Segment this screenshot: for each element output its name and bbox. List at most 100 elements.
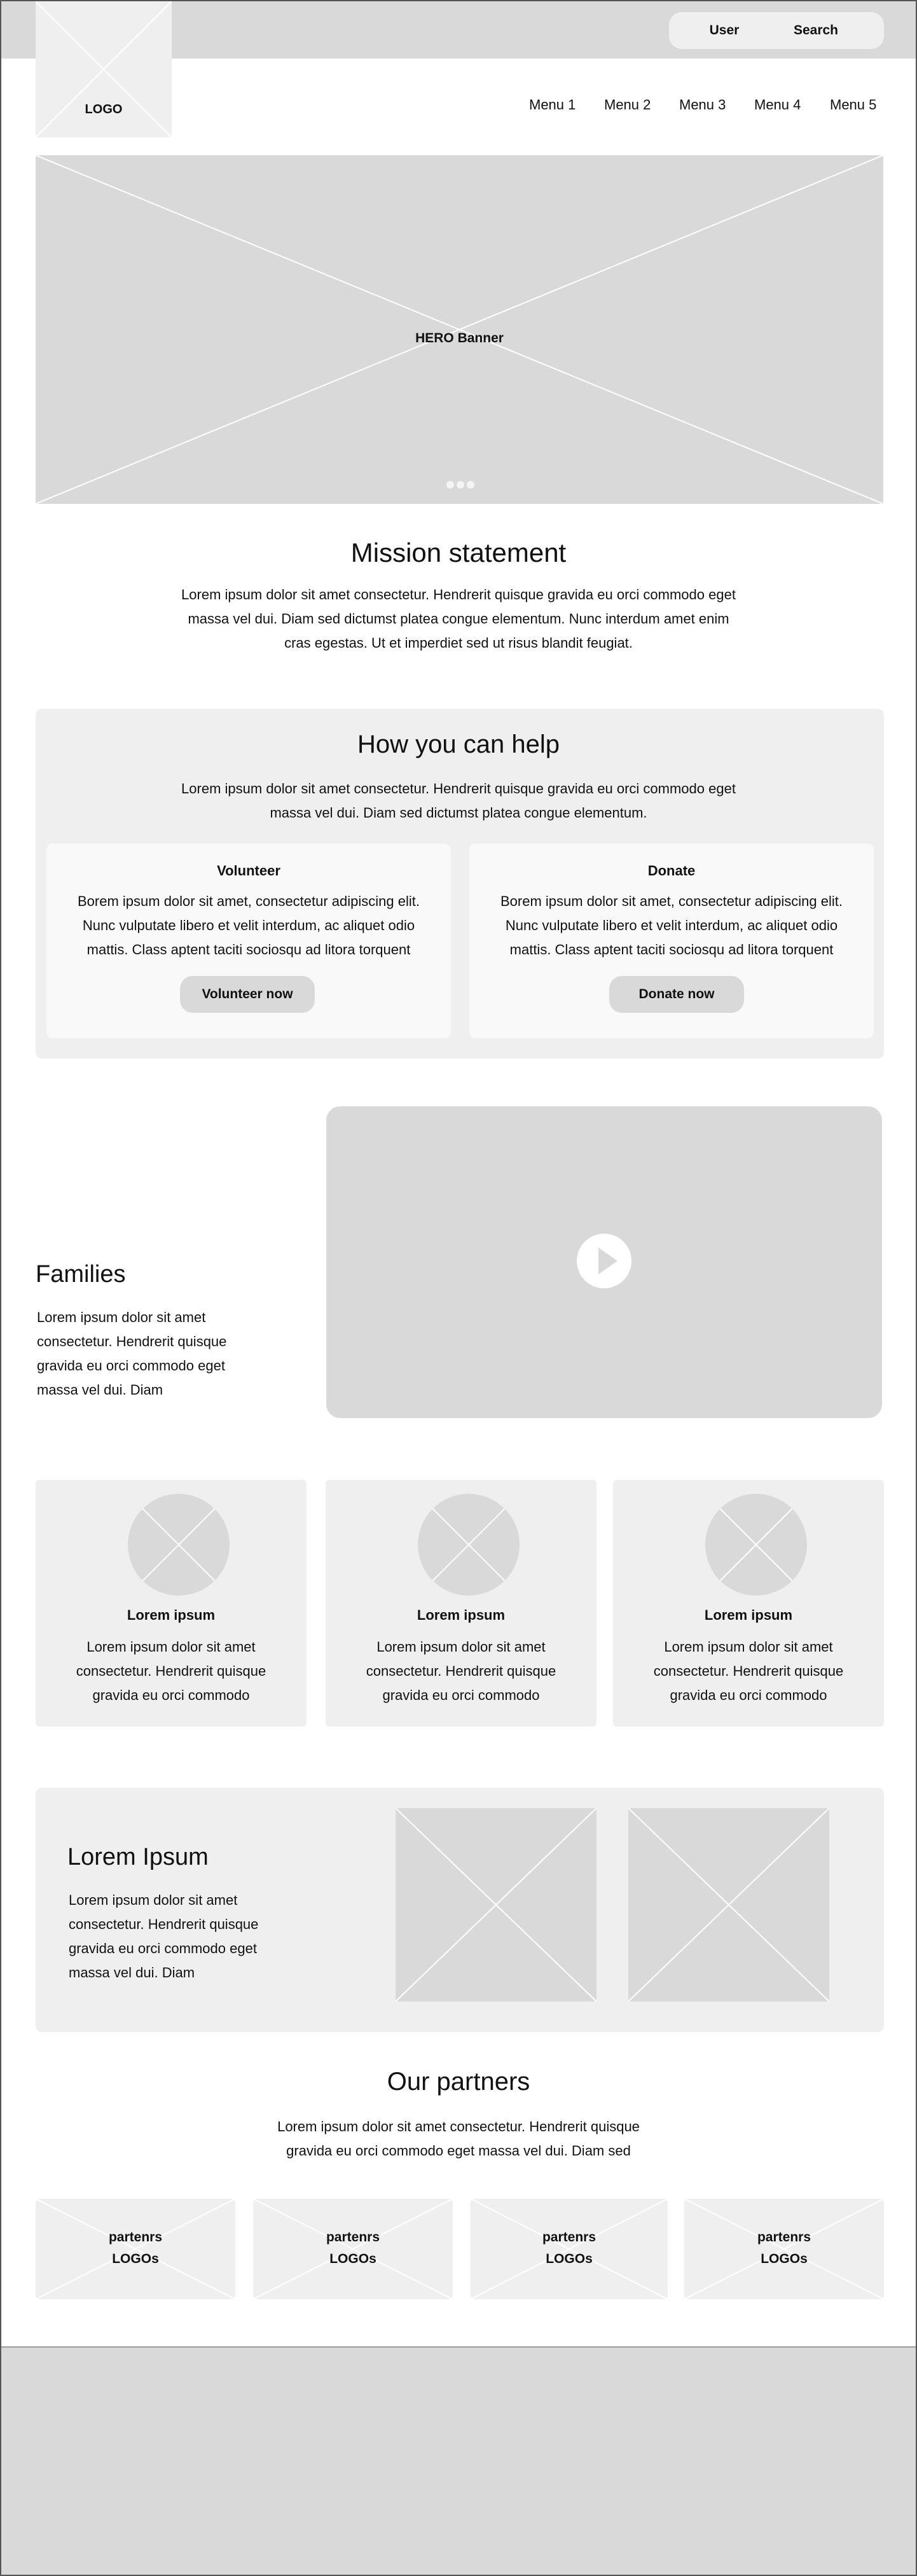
volunteer-card: Volunteer Borem ipsum dolor sit amet, co… <box>46 844 451 1038</box>
help-line: massa vel dui. Diam sed dictumst platea … <box>270 805 647 821</box>
play-button[interactable] <box>577 1234 631 1288</box>
search-button-label: Search <box>793 23 839 38</box>
partners-line: gravida eu orci commodo eget massa vel d… <box>286 2143 631 2159</box>
carousel-dot[interactable] <box>467 481 474 489</box>
donate-now-button[interactable]: Donate now <box>609 976 744 1013</box>
feature-line: Lorem ipsum dolor sit amet <box>376 1639 546 1655</box>
wireframe-page: User Search LOGO Menu 1 Menu 2 Menu 3 Me… <box>0 0 917 2576</box>
lorem-line: consectetur. Hendrerit quisque <box>69 1916 259 1932</box>
partner-label-line: LOGOs <box>112 2252 159 2266</box>
feature-card: Lorem ipsum Lorem ipsum dolor sit amet c… <box>613 1480 884 1727</box>
feature-body: Lorem ipsum dolor sit amet consectetur. … <box>632 1635 865 1708</box>
partner-label-line: LOGOs <box>546 2252 593 2266</box>
card-line: Borem ipsum dolor sit amet, consectetur … <box>500 893 843 909</box>
nav-item-menu-4[interactable]: Menu 4 <box>754 97 801 113</box>
nav-item-menu-1[interactable]: Menu 1 <box>529 97 576 113</box>
partners-body: Lorem ipsum dolor sit amet consectetur. … <box>217 2115 700 2163</box>
hero-banner[interactable]: HERO Banner <box>36 155 883 504</box>
play-icon <box>598 1248 617 1274</box>
feature-body: Lorem ipsum dolor sit amet consectetur. … <box>55 1635 287 1708</box>
carousel-dot[interactable] <box>446 481 454 489</box>
partner-logo[interactable]: partenrs LOGOs <box>36 2199 235 2299</box>
video-player[interactable] <box>326 1106 882 1418</box>
families-line: gravida eu orci commodo eget <box>37 1358 225 1374</box>
avatar-placeholder <box>128 1494 230 1596</box>
placeholder-cross-icon <box>395 1807 597 2002</box>
families-body: Lorem ipsum dolor sit amet consectetur. … <box>37 1305 285 1402</box>
donate-card: Donate Borem ipsum dolor sit amet, conse… <box>469 844 874 1038</box>
nav-item-menu-5[interactable]: Menu 5 <box>830 97 876 113</box>
search-button[interactable]: Search <box>748 12 884 49</box>
footer <box>1 2346 916 2575</box>
mission-line: massa vel dui. Diam sed dictumst platea … <box>188 611 729 627</box>
nav-item-menu-3[interactable]: Menu 3 <box>679 97 726 113</box>
image-placeholder <box>628 1807 830 2002</box>
avatar-placeholder <box>705 1494 807 1596</box>
placeholder-cross-icon <box>142 1508 216 1582</box>
carousel-dot[interactable] <box>457 481 464 489</box>
placeholder-cross-icon <box>719 1508 793 1582</box>
mission-title: Mission statement <box>350 538 567 567</box>
partners-line: Lorem ipsum dolor sit amet consectetur. … <box>277 2119 640 2134</box>
placeholder-cross-icon <box>432 1508 506 1582</box>
mission-body: Lorem ipsum dolor sit amet consectetur. … <box>128 583 789 655</box>
logo-label: LOGO <box>85 102 123 116</box>
feature-title: Lorem ipsum <box>417 1607 506 1623</box>
card-line: Borem ipsum dolor sit amet, consectetur … <box>77 893 420 909</box>
feature-title: Lorem ipsum <box>704 1607 793 1623</box>
feature-line: Lorem ipsum dolor sit amet <box>664 1639 833 1655</box>
card-body: Borem ipsum dolor sit amet, consectetur … <box>63 889 434 962</box>
volunteer-now-button[interactable]: Volunteer now <box>180 976 315 1013</box>
image-placeholder <box>395 1807 597 2002</box>
feature-line: consectetur. Hendrerit quisque <box>366 1663 556 1679</box>
card-line: mattis. Class aptent taciti sociosqu ad … <box>509 942 834 957</box>
carousel-dots[interactable] <box>446 481 474 489</box>
partner-label-line: partenrs <box>757 2230 811 2245</box>
lorem-body: Lorem ipsum dolor sit amet consectetur. … <box>69 1888 310 1985</box>
card-body: Borem ipsum dolor sit amet, consectetur … <box>486 889 857 962</box>
feature-line: consectetur. Hendrerit quisque <box>76 1663 266 1679</box>
help-line: Lorem ipsum dolor sit amet consectetur. … <box>181 781 736 797</box>
partner-logo[interactable]: partenrs LOGOs <box>253 2199 453 2299</box>
lorem-line: massa vel dui. Diam <box>69 1965 195 1981</box>
placeholder-cross-icon <box>36 155 883 504</box>
avatar-placeholder <box>418 1494 520 1596</box>
partner-label-line: partenrs <box>542 2230 596 2245</box>
partners-title: Our partners <box>387 2068 530 2096</box>
partner-logo[interactable]: partenrs LOGOs <box>684 2199 884 2299</box>
hero-label: HERO Banner <box>415 331 504 345</box>
feature-line: gravida eu orci commodo <box>382 1687 540 1703</box>
card-line: Nunc vulputate libero et velit interdum,… <box>82 917 415 933</box>
partner-label: partenrs LOGOs <box>471 2227 668 2270</box>
card-line: mattis. Class aptent taciti sociosqu ad … <box>86 942 411 957</box>
families-line: Lorem ipsum dolor sit amet <box>37 1309 206 1325</box>
feature-line: consectetur. Hendrerit quisque <box>653 1663 844 1679</box>
partner-label-line: partenrs <box>326 2230 380 2245</box>
families-line: consectetur. Hendrerit quisque <box>37 1333 227 1349</box>
partner-label-line: LOGOs <box>761 2252 808 2266</box>
families-line: massa vel dui. Diam <box>37 1382 163 1398</box>
feature-body: Lorem ipsum dolor sit amet consectetur. … <box>345 1635 577 1708</box>
partner-logo[interactable]: partenrs LOGOs <box>471 2199 668 2299</box>
families-title: Families <box>36 1261 126 1288</box>
feature-line: gravida eu orci commodo <box>670 1687 827 1703</box>
partner-label: partenrs LOGOs <box>36 2227 235 2270</box>
partner-label-line: partenrs <box>108 2230 163 2245</box>
card-line: Nunc vulputate libero et velit interdum,… <box>505 917 838 933</box>
help-title: How you can help <box>357 730 560 758</box>
card-title: Volunteer <box>217 863 280 879</box>
feature-line: Lorem ipsum dolor sit amet <box>86 1639 256 1655</box>
user-button-label: User <box>709 23 740 38</box>
nav-item-menu-2[interactable]: Menu 2 <box>604 97 651 113</box>
partner-label: partenrs LOGOs <box>253 2227 453 2270</box>
feature-line: gravida eu orci commodo <box>92 1687 250 1703</box>
feature-card: Lorem ipsum Lorem ipsum dolor sit amet c… <box>36 1480 307 1727</box>
help-body: Lorem ipsum dolor sit amet consectetur. … <box>128 777 789 825</box>
feature-title: Lorem ipsum <box>127 1607 216 1623</box>
logo[interactable]: LOGO <box>36 1 172 137</box>
lorem-title: Lorem Ipsum <box>67 1844 209 1870</box>
lorem-line: gravida eu orci commodo eget <box>69 1940 257 1956</box>
feature-card: Lorem ipsum Lorem ipsum dolor sit amet c… <box>326 1480 596 1727</box>
lorem-line: Lorem ipsum dolor sit amet <box>69 1892 238 1908</box>
partner-label: partenrs LOGOs <box>684 2227 884 2270</box>
